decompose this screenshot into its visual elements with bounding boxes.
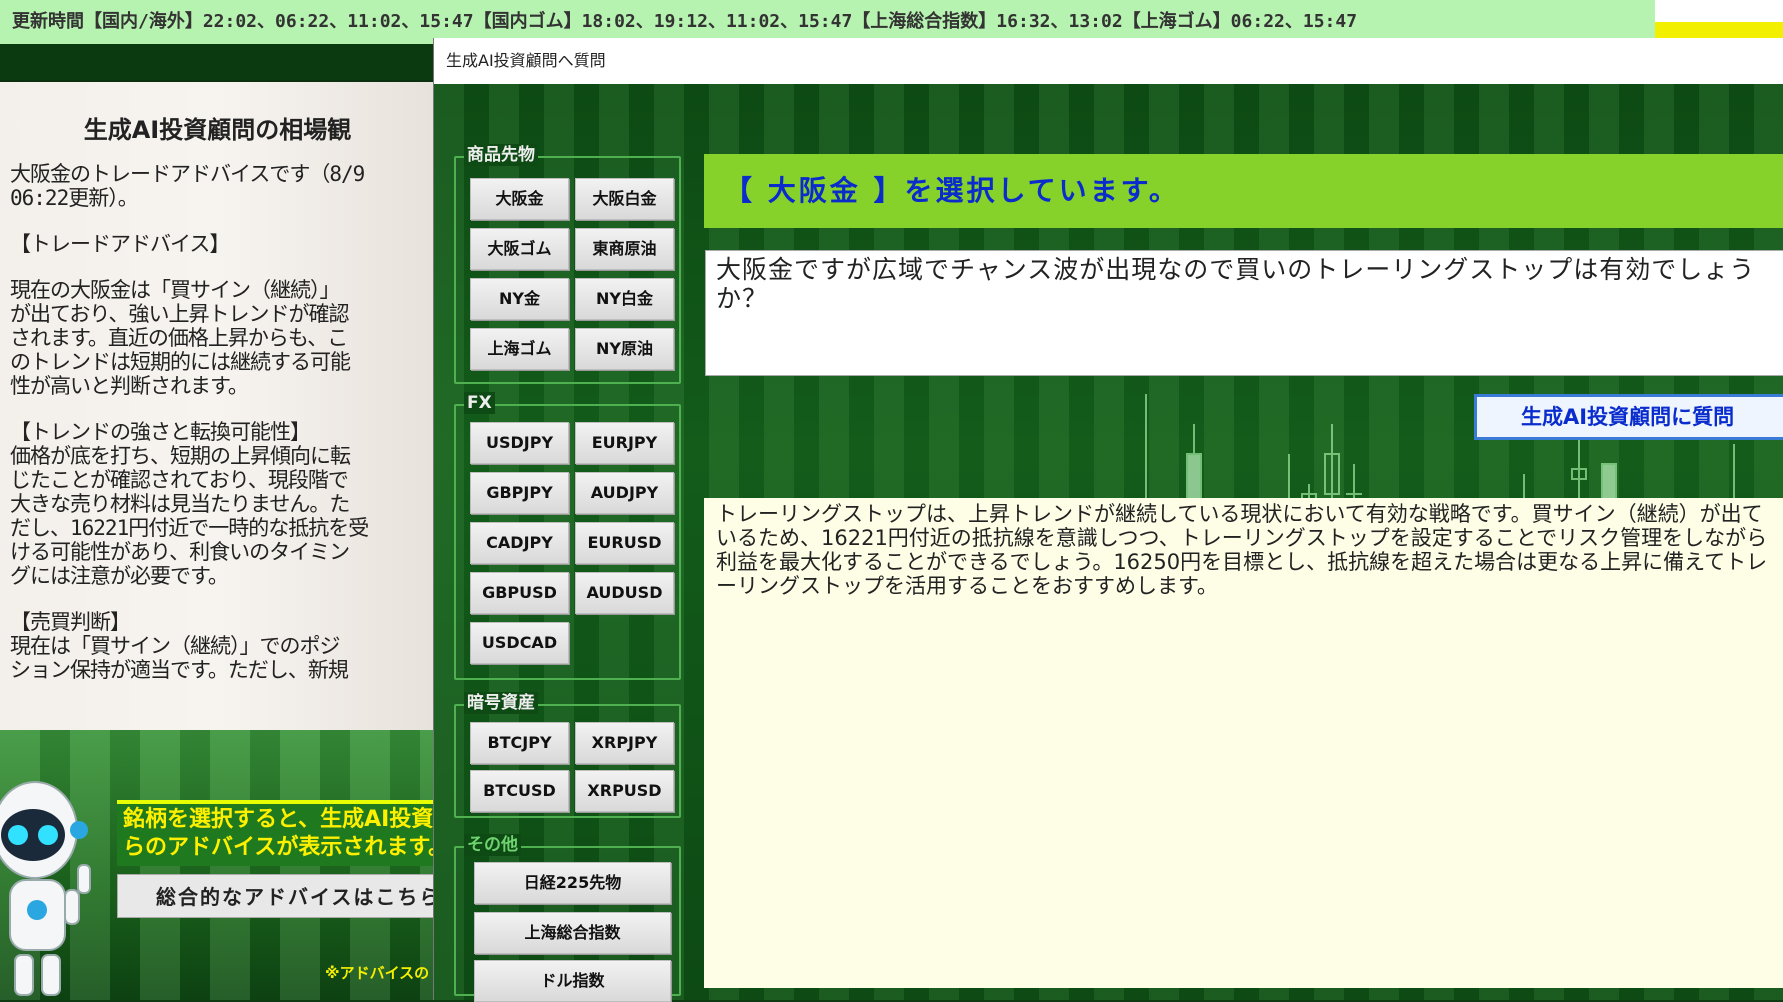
crypto-group: 暗号資産 BTCJPY XRPJPY BTCUSD XRPUSD bbox=[454, 692, 681, 818]
ai-question-window: 生成AI投資顧問へ質問 商品先物 大阪金 大阪白金 大阪ゴム 東商原油 NY金 … bbox=[433, 38, 1783, 1002]
tocom-crude-button[interactable]: 東商原油 bbox=[575, 228, 674, 270]
audjpy-button[interactable]: AUDJPY bbox=[575, 472, 674, 514]
fx-group-title: FX bbox=[464, 392, 495, 414]
trend-strength-section: 【トレンドの強さと転換可能性】 価格が底を打ち、短期の上昇傾向に転 じたことが確… bbox=[10, 420, 369, 588]
gbpusd-button[interactable]: GBPUSD bbox=[470, 572, 569, 614]
usdcad-button[interactable]: USDCAD bbox=[470, 622, 569, 664]
other-group: その他 日経225先物 上海総合指数 ドル指数 bbox=[454, 834, 681, 1002]
shanghai-composite-button[interactable]: 上海総合指数 bbox=[474, 912, 671, 954]
background-topbar bbox=[0, 44, 440, 80]
osaka-platinum-button[interactable]: 大阪白金 bbox=[575, 178, 674, 220]
yellow-bar bbox=[1655, 22, 1783, 38]
crypto-group-title: 暗号資産 bbox=[464, 692, 538, 714]
ai-answer-area: トレーリングストップは、上昇トレンドが継続している現状において有効な戦略です。買… bbox=[704, 498, 1783, 988]
ny-gold-button[interactable]: NY金 bbox=[470, 278, 569, 320]
cadjpy-button[interactable]: CADJPY bbox=[470, 522, 569, 564]
usdjpy-button[interactable]: USDJPY bbox=[470, 422, 569, 464]
commodities-group: 商品先物 大阪金 大阪白金 大阪ゴム 東商原油 NY金 NY白金 上海ゴム NY… bbox=[454, 144, 681, 384]
other-group-title: その他 bbox=[464, 834, 521, 856]
ask-ai-button[interactable]: 生成AI投資顧問に質問 bbox=[1474, 394, 1783, 440]
dollar-index-button[interactable]: ドル指数 bbox=[474, 960, 671, 1002]
eurjpy-button[interactable]: EURJPY bbox=[575, 422, 674, 464]
osaka-rubber-button[interactable]: 大阪ゴム bbox=[470, 228, 569, 270]
advice-intro: 大阪金のトレードアドバイスです（8/9 06:22更新）。 bbox=[10, 162, 365, 210]
osaka-gold-button[interactable]: 大阪金 bbox=[470, 178, 569, 220]
audusd-button[interactable]: AUDUSD bbox=[575, 572, 674, 614]
trade-judgement-section: 【売買判断】 現在は「買サイン（継続）」でのポジ ション保持が適当です。ただし、… bbox=[10, 610, 349, 682]
btcusd-button[interactable]: BTCUSD bbox=[470, 770, 569, 812]
advice-note: ※アドバイスの bbox=[325, 964, 430, 982]
selection-hint-text: 銘柄を選択すると、生成AI投資顧問か らのアドバイスが表示されます。 bbox=[123, 807, 440, 860]
nikkei225-futures-button[interactable]: 日経225先物 bbox=[474, 862, 671, 904]
selected-symbol-banner: 【 大阪金 】を選択しています。 bbox=[704, 154, 1783, 228]
selection-hint: 銘柄を選択すると、生成AI投資顧問か らのアドバイスが表示されます。 bbox=[117, 800, 440, 866]
window-body: 商品先物 大阪金 大阪白金 大阪ゴム 東商原油 NY金 NY白金 上海ゴム NY… bbox=[434, 84, 1783, 1002]
xrpjpy-button[interactable]: XRPJPY bbox=[575, 722, 674, 764]
ny-platinum-button[interactable]: NY白金 bbox=[575, 278, 674, 320]
ny-crude-button[interactable]: NY原油 bbox=[575, 328, 674, 370]
question-input[interactable]: 大阪金ですが広域でチャンス波が出現なので買いのトレーリングストップは有効でしょう… bbox=[705, 250, 1783, 376]
robot-mascot-icon bbox=[0, 781, 91, 996]
shanghai-rubber-button[interactable]: 上海ゴム bbox=[470, 328, 569, 370]
market-view-title: 生成AI投資顧問の相場観 bbox=[83, 116, 352, 144]
fx-group: FX USDJPY EURJPY GBPJPY AUDJPY CADJPY EU… bbox=[454, 392, 681, 680]
overall-advice-button[interactable]: 総合的なアドバイスはこちら bbox=[117, 874, 440, 918]
btcjpy-button[interactable]: BTCJPY bbox=[470, 722, 569, 764]
commodities-group-title: 商品先物 bbox=[464, 144, 538, 166]
gbpjpy-button[interactable]: GBPJPY bbox=[470, 472, 569, 514]
window-title: 生成AI投資顧問へ質問 bbox=[434, 38, 1783, 84]
advice-heading: 【トレードアドバイス】 bbox=[10, 232, 230, 256]
market-view-panel: 生成AI投資顧問の相場観 大阪金のトレードアドバイスです（8/9 06:22更新… bbox=[0, 82, 433, 730]
advice-body: 現在の大阪金は「買サイン（継続）」 が出ており、強い上昇トレンドが確認 されます… bbox=[10, 278, 351, 398]
xrpusd-button[interactable]: XRPUSD bbox=[575, 770, 674, 812]
eurusd-button[interactable]: EURUSD bbox=[575, 522, 674, 564]
